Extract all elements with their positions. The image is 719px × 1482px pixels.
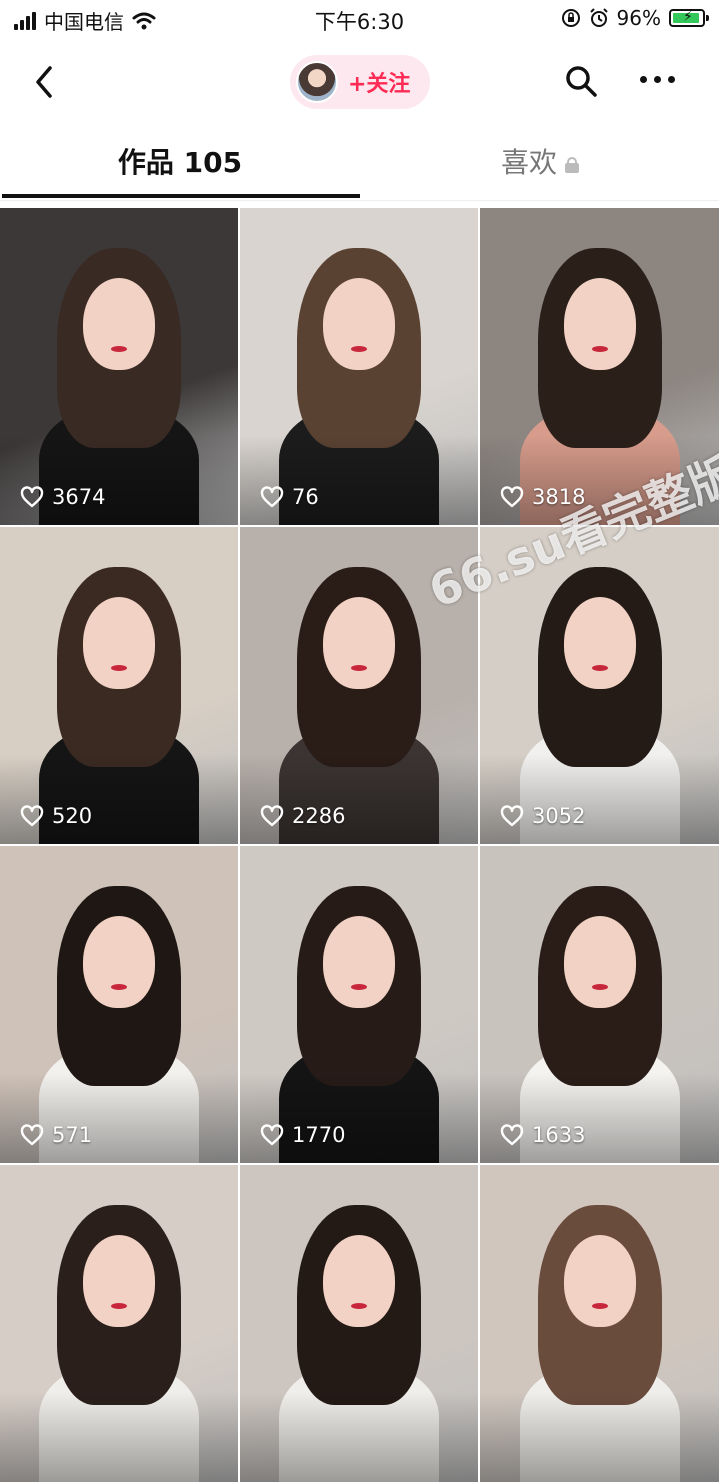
like-count: 1770: [260, 1123, 345, 1147]
heart-icon: [500, 1124, 524, 1146]
video-thumbnail[interactable]: 1770: [240, 846, 478, 1163]
thumbnail-shade: [480, 754, 719, 844]
like-count-value: 2286: [292, 804, 346, 828]
heart-icon: [260, 805, 284, 827]
like-count: 520: [20, 804, 92, 828]
heart-icon: [20, 486, 44, 508]
like-count-value: 3052: [532, 804, 586, 828]
like-count-value: 3674: [52, 485, 106, 509]
thumbnail-shade: [480, 435, 719, 525]
like-count-value: 520: [52, 804, 93, 828]
like-count-value: 1770: [292, 1123, 346, 1147]
thumbnail-shade: [240, 754, 478, 844]
follow-label: +关注: [348, 72, 411, 97]
thumbnail-shade: [240, 1073, 478, 1163]
tab-works[interactable]: 作品 105: [0, 128, 360, 194]
video-thumbnail[interactable]: 2286: [240, 527, 478, 844]
like-count-value: 76: [292, 485, 319, 509]
like-count-value: 3818: [532, 485, 586, 509]
search-icon[interactable]: [564, 64, 598, 98]
more-icon[interactable]: [640, 76, 675, 83]
video-thumbnail[interactable]: [0, 1165, 238, 1482]
thumbnail-shade: [480, 1392, 719, 1482]
like-count: 3818: [500, 485, 585, 509]
active-tab-indicator: [2, 194, 360, 198]
avatar[interactable]: [296, 61, 338, 103]
orientation-lock-icon: [561, 9, 580, 27]
video-thumbnail[interactable]: [240, 1165, 478, 1482]
video-thumbnail[interactable]: 76: [240, 208, 478, 525]
thumbnail-shade: [240, 435, 478, 525]
video-thumbnail[interactable]: [480, 1165, 719, 1482]
thumbnail-shade: [0, 1392, 238, 1482]
video-thumbnail[interactable]: 3674: [0, 208, 238, 525]
like-count: 3674: [20, 485, 105, 509]
profile-tabs: 作品 105 喜欢: [0, 128, 719, 201]
heart-icon: [500, 486, 524, 508]
back-icon[interactable]: [30, 62, 60, 102]
follow-button[interactable]: +关注: [290, 55, 430, 109]
thumbnail-shade: [0, 435, 238, 525]
top-nav: +关注: [0, 50, 719, 114]
tab-works-label: 作品 105: [117, 146, 243, 179]
like-count: 1633: [500, 1123, 585, 1147]
heart-icon: [260, 486, 284, 508]
thumbnail-shade: [0, 754, 238, 844]
thumbnail-shade: [240, 1392, 478, 1482]
thumbnail-shade: [0, 1073, 238, 1163]
tab-likes-label: 喜欢: [500, 146, 557, 179]
thumbnail-shade: [480, 1073, 719, 1163]
video-thumbnail[interactable]: 520: [0, 527, 238, 844]
video-thumbnail[interactable]: 571: [0, 846, 238, 1163]
heart-icon: [260, 1124, 284, 1146]
heart-icon: [20, 805, 44, 827]
video-thumbnail[interactable]: 3052: [480, 527, 719, 844]
like-count: 3052: [500, 804, 585, 828]
video-thumbnail[interactable]: 1633: [480, 846, 719, 1163]
battery-icon: ⚡: [669, 9, 709, 27]
like-count: 2286: [260, 804, 345, 828]
heart-icon: [500, 805, 524, 827]
like-count-value: 571: [52, 1123, 93, 1147]
status-bar: 中国电信 下午6:30 96% ⚡: [0, 0, 719, 40]
tab-likes[interactable]: 喜欢: [360, 128, 719, 194]
like-count-value: 1633: [532, 1123, 586, 1147]
like-count: 571: [20, 1123, 92, 1147]
lock-icon: [565, 157, 579, 173]
video-thumbnail[interactable]: 3818: [480, 208, 719, 525]
heart-icon: [20, 1124, 44, 1146]
alarm-icon: [589, 8, 608, 27]
battery-percent: 96%: [616, 6, 661, 30]
like-count: 76: [260, 485, 319, 509]
